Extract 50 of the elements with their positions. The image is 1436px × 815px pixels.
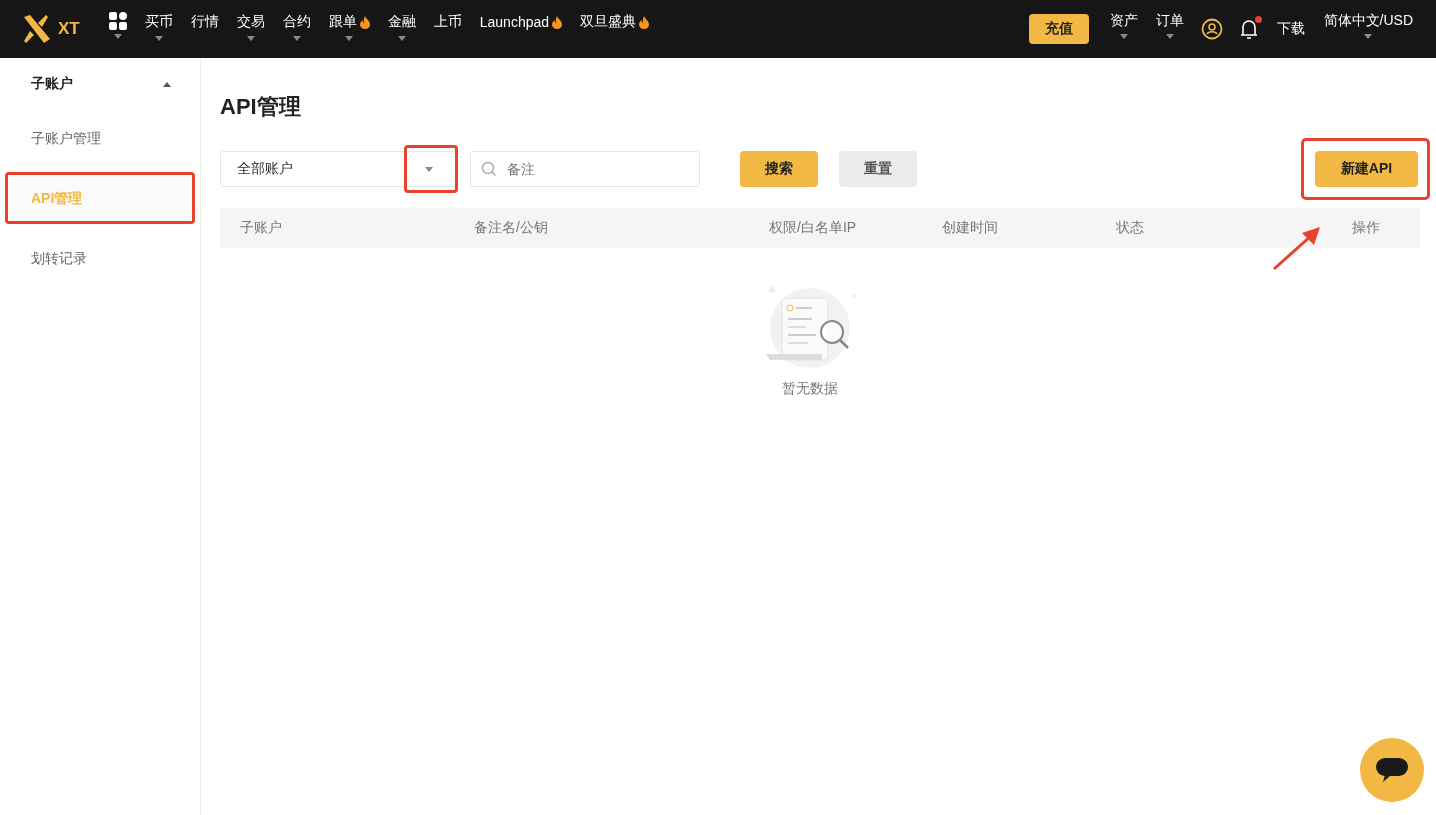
- caret-icon: [113, 34, 122, 39]
- nav-link[interactable]: 订单: [1155, 12, 1184, 30]
- note-search-field[interactable]: 备注: [470, 151, 700, 187]
- nav-link[interactable]: 行情: [190, 13, 219, 31]
- logo-text[interactable]: XT: [58, 19, 80, 39]
- nav-link[interactable]: 买币: [144, 13, 173, 31]
- nav-link[interactable]: 双旦盛典: [580, 13, 637, 31]
- caret-icon: [397, 36, 406, 41]
- nav-link[interactable]: 金融: [387, 13, 416, 31]
- caret-icon: [154, 36, 163, 41]
- caret-icon: [292, 36, 301, 41]
- search-button[interactable]: 搜索: [740, 151, 818, 187]
- column-header: 操作: [1352, 219, 1381, 237]
- sidebar-group-label[interactable]: 子账户: [31, 75, 73, 93]
- chat-bubble-icon: [1375, 757, 1409, 783]
- column-header: 创建时间: [942, 219, 999, 237]
- sidebar-item[interactable]: 子账户管理: [8, 115, 192, 161]
- flame-icon: [359, 15, 370, 29]
- nav-link[interactable]: 合约: [282, 13, 311, 31]
- bell-icon[interactable]: [1238, 18, 1259, 40]
- nav-link[interactable]: 交易: [236, 13, 265, 31]
- dropdown-caret-icon[interactable]: [425, 166, 433, 172]
- collapse-caret-icon[interactable]: [163, 81, 171, 87]
- page-title: API管理: [220, 93, 302, 121]
- nav-link[interactable]: 跟单: [328, 13, 357, 31]
- column-header: 权限/白名单IP: [769, 219, 858, 237]
- reset-button[interactable]: 重置: [839, 151, 917, 187]
- user-account-icon[interactable]: [1200, 18, 1223, 40]
- caret-icon: [1119, 34, 1128, 39]
- language-currency-menu[interactable]: 简体中文/USD: [1323, 12, 1413, 30]
- search-icon: [481, 161, 497, 177]
- flame-icon: [639, 15, 650, 29]
- account-select[interactable]: 全部账户: [220, 151, 458, 187]
- deposit-button[interactable]: 充值: [1028, 14, 1089, 44]
- column-header: 子账户: [240, 219, 283, 237]
- apps-grid-icon[interactable]: [108, 12, 127, 30]
- flame-icon: [552, 15, 563, 29]
- caret-icon: [246, 36, 255, 41]
- caret-icon: [1165, 34, 1174, 39]
- column-header: 备注名/公钥: [474, 219, 549, 237]
- empty-state-text: 暂无数据: [782, 380, 838, 398]
- nav-link[interactable]: 上币: [433, 13, 462, 31]
- sidebar-item[interactable]: 划转记录: [8, 235, 192, 281]
- new-api-button[interactable]: 新建API: [1315, 151, 1418, 187]
- download-link[interactable]: 下载: [1276, 20, 1305, 38]
- column-header: 状态: [1116, 219, 1145, 237]
- nav-link[interactable]: Launchpad: [479, 14, 550, 30]
- caret-icon: [1364, 34, 1373, 39]
- caret-icon: [345, 36, 354, 41]
- nav-link[interactable]: 资产: [1109, 12, 1138, 30]
